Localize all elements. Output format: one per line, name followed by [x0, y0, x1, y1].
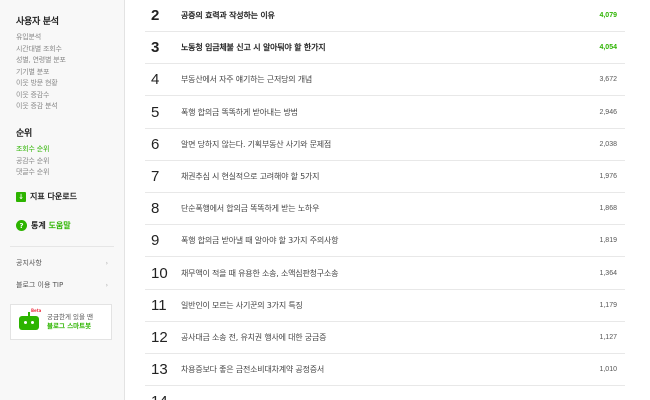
view-count: 2,038 [599, 140, 617, 148]
post-title-link[interactable]: 폭행 합의금 받아낼 때 알아야 할 3가지 주의사항 [181, 235, 555, 246]
sidebar-item-likes-rank[interactable]: 공감수 순위 [16, 156, 49, 168]
view-count: 1,868 [599, 205, 617, 213]
rank-number: 8 [151, 200, 160, 218]
view-count: 1,127 [599, 334, 617, 341]
beta-badge: Beta [31, 308, 42, 313]
post-title-link[interactable]: 공증의 효력과 작성하는 이유 [181, 10, 555, 21]
view-count: 1,179 [599, 301, 617, 309]
post-title-link[interactable]: 채무액이 적을 때 유용한 소송, 소액심판청구소송 [181, 268, 555, 279]
view-count: 4,054 [599, 44, 617, 52]
notice-menu[interactable]: 공지사항 › [16, 258, 108, 268]
post-title-link[interactable]: 폭행 합의금 똑똑하게 받아내는 방법 [181, 107, 555, 118]
table-row[interactable]: 13 차용증보다 좋은 금전소비대차계약 공정증서 1,010 [145, 354, 625, 387]
smartbot-text: 궁금한게 있을 땐 블로그 스마트봇 [47, 313, 93, 331]
smartbot-line1: 궁금한게 있을 땐 [47, 313, 93, 321]
download-button[interactable]: ↓ 지표 다운로드 [16, 191, 77, 202]
rank-number: 13 [151, 361, 168, 379]
sidebar-item-gender-age[interactable]: 성별, 연령별 분포 [16, 55, 66, 67]
view-count: 2,946 [599, 108, 617, 116]
view-count: 4,079 [599, 12, 617, 19]
post-title-link[interactable]: 부동산에서 자주 얘기하는 근저당의 개념 [181, 74, 555, 85]
download-icon: ↓ [16, 191, 26, 202]
rank-number: 12 [151, 329, 168, 346]
post-title-link[interactable]: 일반인이 모르는 사기꾼의 3가지 특징 [181, 300, 555, 311]
view-count: 1,364 [599, 269, 617, 277]
rank-number: 2 [151, 7, 160, 24]
table-row[interactable]: 9 폭행 합의금 받아낼 때 알아야 할 3가지 주의사항 1,819 [145, 225, 625, 258]
post-title-link[interactable]: 단순폭행에서 합의금 똑똑하게 받는 노하우 [181, 203, 555, 214]
view-count: 1,010 [599, 366, 617, 374]
sidebar-item-hourly-views[interactable]: 시간대별 조회수 [16, 44, 66, 56]
rank-number: 6 [151, 135, 160, 153]
help-icon: ? [16, 220, 27, 231]
rank-number: 4 [151, 71, 160, 89]
sidebar-item-device[interactable]: 기기별 분포 [16, 67, 66, 79]
chevron-right-icon: › [105, 281, 108, 289]
sidebar-item-views-rank[interactable]: 조회수 순위 [16, 144, 49, 156]
table-row[interactable]: 7 채권추심 시 현실적으로 고려해야 할 5가지 1,976 [145, 161, 625, 193]
post-title-link[interactable]: 공사대금 소송 전, 유치권 행사에 대한 궁금증 [181, 332, 555, 343]
table-row[interactable]: 8 단순폭행에서 합의금 똑똑하게 받는 노하우 1,868 [145, 193, 625, 226]
post-title-link[interactable]: 노동청 임금체불 신고 시 알아둬야 할 한가지 [181, 42, 555, 53]
notice-label: 공지사항 [16, 259, 42, 267]
ranking-title: 순위 [16, 129, 32, 139]
table-row[interactable]: 6 알면 당하지 않는다. 기획부동산 사기와 문제점 2,038 [145, 129, 625, 161]
robot-icon: Beta [17, 308, 41, 332]
divider [10, 246, 114, 247]
table-row[interactable]: 2 공증의 효력과 작성하는 이유 4,079 [145, 0, 625, 32]
ranking-section: 순위 조회수 순위 공감수 순위 댓글수 순위 [16, 126, 49, 179]
sidebar-item-neighbor-analysis[interactable]: 이웃 증감 분석 [16, 101, 66, 113]
view-count: 3,672 [599, 76, 617, 84]
view-count: 1,976 [599, 173, 617, 180]
sidebar-item-comments-rank[interactable]: 댓글수 순위 [16, 167, 49, 179]
table-row[interactable]: 12 공사대금 소송 전, 유치권 행사에 대한 궁금증 1,127 [145, 322, 625, 354]
user-analysis-section: 사용자 분석 유입분석 시간대별 조회수 성별, 연령별 분포 기기별 분포 이… [16, 14, 66, 113]
rank-number: 9 [151, 232, 160, 250]
rank-number: 7 [151, 168, 160, 185]
user-analysis-title: 사용자 분석 [16, 17, 59, 27]
help-button[interactable]: ? 통계 도움말 [16, 220, 71, 231]
blog-tip-menu[interactable]: 블로그 이용 TIP › [16, 280, 108, 290]
rank-number: 3 [151, 39, 160, 57]
rank-number: 11 [151, 296, 167, 314]
help-label-guide: 도움말 [48, 221, 71, 230]
table-row[interactable]: 14 [145, 386, 625, 400]
sidebar: 사용자 분석 유입분석 시간대별 조회수 성별, 연령별 분포 기기별 분포 이… [0, 0, 125, 400]
blog-tip-label: 블로그 이용 TIP [16, 281, 64, 289]
table-row[interactable]: 4 부동산에서 자주 얘기하는 근저당의 개념 3,672 [145, 64, 625, 97]
sidebar-item-neighbor-change[interactable]: 이웃 증감수 [16, 90, 66, 102]
sidebar-item-inflow[interactable]: 유입분석 [16, 32, 66, 44]
rank-number: 5 [151, 103, 160, 121]
download-label: 지표 다운로드 [30, 192, 77, 201]
table-row[interactable]: 11 일반인이 모르는 사기꾼의 3가지 특징 1,179 [145, 290, 625, 322]
sidebar-item-neighbor-visits[interactable]: 이웃 방문 현황 [16, 78, 66, 90]
table-row[interactable]: 5 폭행 합의금 똑똑하게 받아내는 방법 2,946 [145, 97, 625, 129]
chevron-right-icon: › [105, 259, 108, 267]
ranking-list: 2 공증의 효력과 작성하는 이유 4,079 3 노동청 임금체불 신고 시 알아둬야… [145, 0, 625, 400]
view-count: 1,819 [599, 237, 617, 245]
rank-number: 10 [151, 264, 168, 282]
rank-number: 14 [145, 393, 181, 400]
post-title-link[interactable]: 채권추심 시 현실적으로 고려해야 할 5가지 [181, 171, 555, 182]
table-row[interactable]: 3 노동청 임금체불 신고 시 알아둬야 할 한가지 4,054 [145, 32, 625, 65]
smartbot-line2: 블로그 스마트봇 [47, 322, 92, 330]
post-title-link[interactable]: 차용증보다 좋은 금전소비대차계약 공정증서 [181, 364, 555, 375]
table-row[interactable]: 10 채무액이 적을 때 유용한 소송, 소액심판청구소송 1,364 [145, 258, 625, 290]
smartbot-button[interactable]: Beta 궁금한게 있을 땐 블로그 스마트봇 [10, 304, 112, 340]
post-title-link[interactable]: 알면 당하지 않는다. 기획부동산 사기와 문제점 [181, 139, 555, 150]
help-label-stats: 통계 [31, 221, 46, 230]
